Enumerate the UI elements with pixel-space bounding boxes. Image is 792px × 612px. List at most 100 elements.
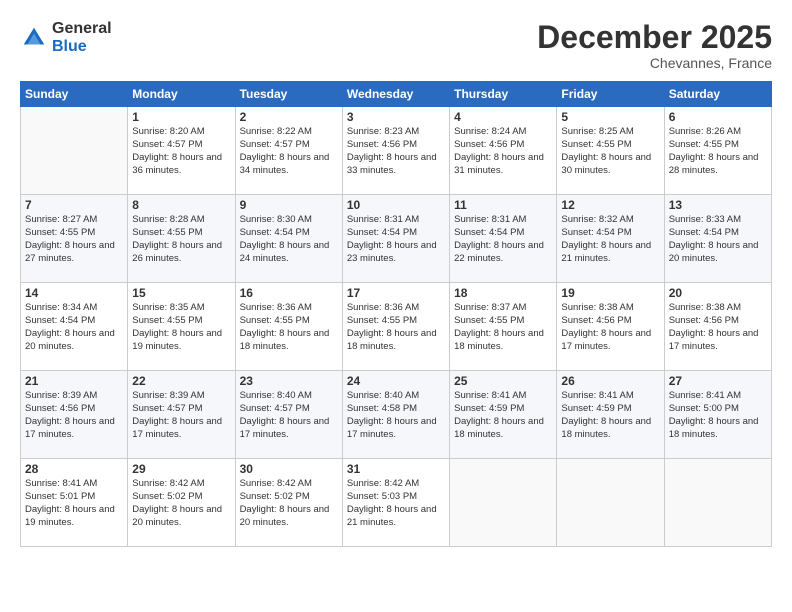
weekday-header-sunday: Sunday (21, 82, 128, 107)
day-detail: Sunrise: 8:41 AMSunset: 5:01 PMDaylight:… (25, 478, 123, 529)
day-detail: Sunrise: 8:27 AMSunset: 4:55 PMDaylight:… (25, 214, 123, 265)
logo-text: General Blue (52, 20, 112, 55)
calendar-cell (21, 107, 128, 195)
day-detail: Sunrise: 8:38 AMSunset: 4:56 PMDaylight:… (561, 302, 659, 353)
calendar-cell: 30 Sunrise: 8:42 AMSunset: 5:02 PMDayligh… (235, 459, 342, 547)
day-number: 26 (561, 374, 659, 388)
day-number: 25 (454, 374, 552, 388)
day-detail: Sunrise: 8:42 AMSunset: 5:02 PMDaylight:… (240, 478, 338, 529)
calendar-cell: 24Sunrise: 8:40 AMSunset: 4:58 PMDayligh… (342, 371, 449, 459)
month-title: December 2025 (537, 20, 772, 55)
calendar-cell (450, 459, 557, 547)
calendar-cell: 13 Sunrise: 8:33 AMSunset: 4:54 PMDayligh… (664, 195, 771, 283)
day-detail: Sunrise: 8:35 AMSunset: 4:55 PMDaylight:… (132, 302, 230, 353)
day-detail: Sunrise: 8:40 AMSunset: 4:57 PMDaylight:… (240, 390, 338, 441)
week-row-3: 14 Sunrise: 8:34 AMSunset: 4:54 PMDayligh… (21, 283, 772, 371)
calendar-cell: 15 Sunrise: 8:35 AMSunset: 4:55 PMDayligh… (128, 283, 235, 371)
calendar-cell: 7 Sunrise: 8:27 AMSunset: 4:55 PMDaylight… (21, 195, 128, 283)
calendar-cell: 11Sunrise: 8:31 AMSunset: 4:54 PMDayligh… (450, 195, 557, 283)
day-number: 29 (132, 462, 230, 476)
day-detail: Sunrise: 8:30 AMSunset: 4:54 PMDaylight:… (240, 214, 338, 265)
day-detail: Sunrise: 8:38 AMSunset: 4:56 PMDaylight:… (669, 302, 767, 353)
day-number: 5 (561, 110, 659, 124)
weekday-header-friday: Friday (557, 82, 664, 107)
day-number: 30 (240, 462, 338, 476)
day-number: 15 (132, 286, 230, 300)
calendar-cell: 21Sunrise: 8:39 AMSunset: 4:56 PMDayligh… (21, 371, 128, 459)
day-detail: Sunrise: 8:36 AMSunset: 4:55 PMDaylight:… (240, 302, 338, 353)
day-number: 10 (347, 198, 445, 212)
day-detail: Sunrise: 8:22 AMSunset: 4:57 PMDaylight:… (240, 126, 338, 177)
day-detail: Sunrise: 8:33 AMSunset: 4:54 PMDaylight:… (669, 214, 767, 265)
weekday-header-tuesday: Tuesday (235, 82, 342, 107)
day-number: 23 (240, 374, 338, 388)
calendar-cell: 3Sunrise: 8:23 AMSunset: 4:56 PMDaylight… (342, 107, 449, 195)
calendar-cell: 28Sunrise: 8:41 AMSunset: 5:01 PMDayligh… (21, 459, 128, 547)
calendar-cell: 6Sunrise: 8:26 AMSunset: 4:55 PMDaylight… (664, 107, 771, 195)
day-number: 9 (240, 198, 338, 212)
day-number: 19 (561, 286, 659, 300)
calendar-cell: 23 Sunrise: 8:40 AMSunset: 4:57 PMDayligh… (235, 371, 342, 459)
calendar-table: SundayMondayTuesdayWednesdayThursdayFrid… (20, 81, 772, 547)
calendar-cell (557, 459, 664, 547)
day-detail: Sunrise: 8:36 AMSunset: 4:55 PMDaylight:… (347, 302, 445, 353)
calendar-cell: 20 Sunrise: 8:38 AMSunset: 4:56 PMDayligh… (664, 283, 771, 371)
day-detail: Sunrise: 8:25 AMSunset: 4:55 PMDaylight:… (561, 126, 659, 177)
logo-general: General (52, 20, 112, 37)
day-number: 7 (25, 198, 123, 212)
day-detail: Sunrise: 8:37 AMSunset: 4:55 PMDaylight:… (454, 302, 552, 353)
calendar-cell: 22 Sunrise: 8:39 AMSunset: 4:57 PMDayligh… (128, 371, 235, 459)
day-detail: Sunrise: 8:24 AMSunset: 4:56 PMDaylight:… (454, 126, 552, 177)
calendar-cell: 14 Sunrise: 8:34 AMSunset: 4:54 PMDayligh… (21, 283, 128, 371)
day-number: 13 (669, 198, 767, 212)
calendar-cell: 8 Sunrise: 8:28 AMSunset: 4:55 PMDaylight… (128, 195, 235, 283)
calendar-cell: 31 Sunrise: 8:42 AMSunset: 5:03 PMDayligh… (342, 459, 449, 547)
day-number: 22 (132, 374, 230, 388)
page-header: General Blue December 2025 Chevannes, Fr… (20, 20, 772, 71)
logo-icon (20, 24, 48, 52)
calendar-cell: 26Sunrise: 8:41 AMSunset: 4:59 PMDayligh… (557, 371, 664, 459)
weekday-header-wednesday: Wednesday (342, 82, 449, 107)
day-number: 11 (454, 198, 552, 212)
calendar-cell: 29 Sunrise: 8:42 AMSunset: 5:02 PMDayligh… (128, 459, 235, 547)
logo: General Blue (20, 20, 112, 55)
title-block: December 2025 Chevannes, France (537, 20, 772, 71)
week-row-2: 7 Sunrise: 8:27 AMSunset: 4:55 PMDaylight… (21, 195, 772, 283)
day-detail: Sunrise: 8:42 AMSunset: 5:02 PMDaylight:… (132, 478, 230, 529)
week-row-4: 21Sunrise: 8:39 AMSunset: 4:56 PMDayligh… (21, 371, 772, 459)
calendar-cell: 12Sunrise: 8:32 AMSunset: 4:54 PMDayligh… (557, 195, 664, 283)
weekday-header-saturday: Saturday (664, 82, 771, 107)
calendar-cell: 18 Sunrise: 8:37 AMSunset: 4:55 PMDayligh… (450, 283, 557, 371)
day-number: 8 (132, 198, 230, 212)
day-number: 2 (240, 110, 338, 124)
day-detail: Sunrise: 8:20 AMSunset: 4:57 PMDaylight:… (132, 126, 230, 177)
day-detail: Sunrise: 8:34 AMSunset: 4:54 PMDaylight:… (25, 302, 123, 353)
day-number: 27 (669, 374, 767, 388)
day-number: 21 (25, 374, 123, 388)
day-number: 1 (132, 110, 230, 124)
weekday-header-thursday: Thursday (450, 82, 557, 107)
day-number: 3 (347, 110, 445, 124)
logo-blue: Blue (52, 38, 87, 55)
calendar-cell: 27 Sunrise: 8:41 AMSunset: 5:00 PMDayligh… (664, 371, 771, 459)
calendar-cell: 17 Sunrise: 8:36 AMSunset: 4:55 PMDayligh… (342, 283, 449, 371)
calendar-cell: 2 Sunrise: 8:22 AMSunset: 4:57 PMDaylight… (235, 107, 342, 195)
day-number: 4 (454, 110, 552, 124)
day-number: 18 (454, 286, 552, 300)
calendar-page: General Blue December 2025 Chevannes, Fr… (0, 0, 792, 612)
week-row-5: 28Sunrise: 8:41 AMSunset: 5:01 PMDayligh… (21, 459, 772, 547)
location: Chevannes, France (537, 55, 772, 71)
calendar-cell: 16Sunrise: 8:36 AMSunset: 4:55 PMDayligh… (235, 283, 342, 371)
day-detail: Sunrise: 8:41 AMSunset: 5:00 PMDaylight:… (669, 390, 767, 441)
day-detail: Sunrise: 8:40 AMSunset: 4:58 PMDaylight:… (347, 390, 445, 441)
day-number: 14 (25, 286, 123, 300)
day-number: 31 (347, 462, 445, 476)
calendar-cell: 5 Sunrise: 8:25 AMSunset: 4:55 PMDaylight… (557, 107, 664, 195)
day-number: 20 (669, 286, 767, 300)
day-number: 17 (347, 286, 445, 300)
day-detail: Sunrise: 8:26 AMSunset: 4:55 PMDaylight:… (669, 126, 767, 177)
day-detail: Sunrise: 8:42 AMSunset: 5:03 PMDaylight:… (347, 478, 445, 529)
calendar-cell: 25Sunrise: 8:41 AMSunset: 4:59 PMDayligh… (450, 371, 557, 459)
day-detail: Sunrise: 8:39 AMSunset: 4:57 PMDaylight:… (132, 390, 230, 441)
day-detail: Sunrise: 8:28 AMSunset: 4:55 PMDaylight:… (132, 214, 230, 265)
